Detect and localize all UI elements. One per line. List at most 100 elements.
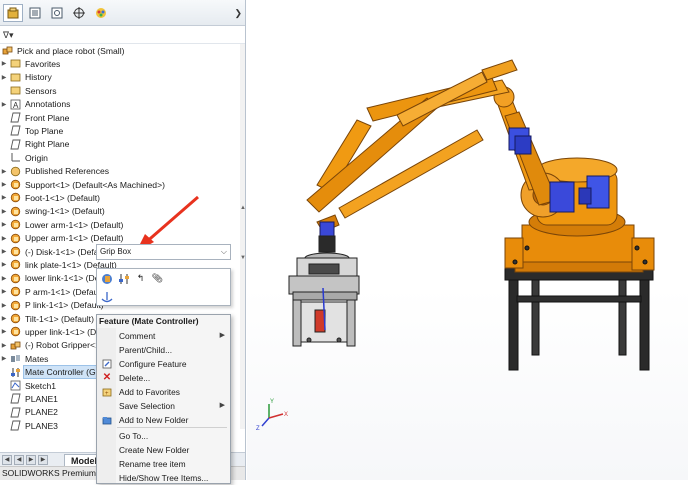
configuration-manager-tab[interactable] (47, 4, 67, 22)
context-menu: Feature (Mate Controller) Comment ▶ Parent… (96, 314, 231, 484)
scroll-down-icon[interactable]: ▼ (240, 254, 245, 262)
panel-tab-bar: ❯ (0, 0, 245, 26)
menu-item[interactable]: Rename tree item (97, 457, 230, 471)
part-icon (10, 286, 21, 297)
tree-item-label: P link-1<1> (Default) (25, 300, 104, 311)
next-tab-icon[interactable]: ▶ (26, 455, 36, 465)
expand-panel-chevron-icon[interactable]: ❯ (234, 8, 242, 19)
expand-arrow-icon[interactable]: ▶ (0, 60, 8, 67)
assembly-icon (2, 45, 13, 56)
tree-item-label: Support<1> (Default<As Machined>) (25, 179, 165, 190)
tree-root[interactable]: Pick and place robot (Small) (0, 44, 245, 57)
menu-item[interactable]: Save Selection ▶ (97, 399, 230, 413)
context-toolbar: ↰ 📎︎ (96, 268, 231, 306)
tree-item-label: Top Plane (25, 125, 64, 136)
menu-item-label: Hide/Show Tree Items... (119, 473, 209, 483)
plane-icon (10, 393, 21, 404)
expand-arrow-icon[interactable]: ▶ (0, 168, 8, 175)
expand-arrow-icon[interactable]: ▶ (0, 235, 8, 242)
expand-arrow-icon[interactable]: ▶ (0, 181, 8, 188)
sketch-icon (10, 380, 21, 391)
tree-item[interactable]: ▶ swing-1<1> (Default) (0, 205, 245, 218)
property-manager-tab[interactable] (25, 4, 45, 22)
mate-controller-button[interactable] (117, 272, 130, 285)
tree-item-label: Foot-1<1> (Default) (25, 192, 100, 203)
expand-arrow-icon[interactable]: ▶ (0, 355, 8, 362)
tree-item[interactable]: ▶ Favorites (0, 57, 245, 70)
svg-text:A: A (13, 101, 19, 110)
tree-item[interactable]: ▶ History (0, 71, 245, 84)
prev-tab-icon[interactable]: ◀ (14, 455, 24, 465)
menu-item-label: Comment (119, 331, 156, 341)
menu-item[interactable]: Configure Feature (97, 357, 230, 371)
chevron-down-icon[interactable]: ⌵ (221, 245, 227, 259)
tree-item-label: Tilt-1<1> (Default) (25, 313, 94, 324)
expand-arrow-icon[interactable]: ▶ (0, 328, 8, 335)
menu-item[interactable]: Go To... (97, 429, 230, 443)
menu-item[interactable]: Parent/Child... (97, 343, 230, 357)
display-manager-tab[interactable] (91, 4, 111, 22)
menu-item[interactable]: ✕ Delete... (97, 371, 230, 385)
tree-scrollbar[interactable]: ▲ ▼ (240, 44, 245, 429)
expand-arrow-icon[interactable]: ▶ (0, 315, 8, 322)
tree-item-label: PLANE1 (25, 393, 58, 404)
display-manager-icon (96, 8, 106, 18)
tree-item-label: swing-1<1> (Default) (25, 206, 105, 217)
menu-item[interactable]: Hide/Show Tree Items... (97, 471, 230, 485)
expand-arrow-icon[interactable]: ▶ (0, 261, 8, 268)
expand-arrow-icon[interactable]: ▶ (0, 74, 8, 81)
tree-item[interactable]: ▶ Upper arm-1<1> (Default) (0, 232, 245, 245)
tree-item-label: Mates (25, 353, 49, 364)
edit-feature-button[interactable] (100, 272, 113, 285)
first-tab-icon[interactable]: ◀ (2, 455, 12, 465)
mate-controller-position-combo[interactable]: Grip Box ⌵ (96, 244, 231, 260)
tree-item[interactable]: ▶ Foot-1<1> (Default) (0, 191, 245, 204)
feature-manager-tab[interactable] (3, 4, 23, 22)
menu-item-label: Parent/Child... (119, 345, 173, 355)
expand-arrow-icon[interactable]: ▶ (0, 208, 8, 215)
expand-arrow-icon[interactable]: ▶ (0, 248, 8, 255)
menu-item[interactable]: Add to New Folder (97, 413, 230, 427)
tree-item[interactable]: Top Plane (0, 124, 245, 137)
tree-item-label: Right Plane (25, 139, 70, 150)
tree-filter[interactable]: ∇▾ (0, 27, 245, 44)
menu-item[interactable]: + Add to Favorites (97, 385, 230, 399)
tree-item[interactable]: ▶ A Annotations (0, 98, 245, 111)
menu-item-label: Delete... (119, 373, 151, 383)
attach-button[interactable]: 📎︎ (151, 272, 164, 285)
tree-item[interactable]: Sensors (0, 84, 245, 97)
tree-item[interactable]: ▶ Published References (0, 165, 245, 178)
svg-text:+: + (105, 391, 109, 397)
combo-value: Grip Box (100, 247, 132, 256)
menu-item[interactable]: Create New Folder (97, 443, 230, 457)
anchor-icon (101, 291, 112, 302)
tree-item-label: Annotations (25, 99, 71, 110)
tree-item[interactable]: Origin (0, 151, 245, 164)
expand-arrow-icon[interactable]: ▶ (0, 342, 8, 349)
undo-arrow-button[interactable]: ↰ (134, 272, 147, 285)
expand-arrow-icon[interactable]: ▶ (0, 288, 8, 295)
part-icon (10, 233, 21, 244)
menu-item[interactable]: Comment ▶ (97, 329, 230, 343)
expand-arrow-icon[interactable]: ▶ (0, 101, 8, 108)
tree-item-label: Origin (25, 152, 48, 163)
expand-arrow-icon[interactable]: ▶ (0, 275, 8, 282)
part-icon (10, 313, 21, 324)
edit-feature-icon (101, 273, 112, 284)
expand-arrow-icon[interactable]: ▶ (0, 302, 8, 309)
expand-arrow-icon[interactable]: ▶ (0, 194, 8, 201)
anchor-button[interactable] (100, 290, 113, 303)
robot-model[interactable]: Y X Z (247, 0, 688, 480)
scroll-up-icon[interactable]: ▲ (240, 204, 245, 212)
filter-icon[interactable]: ∇▾ (3, 30, 14, 41)
tree-item[interactable]: Right Plane (0, 138, 245, 151)
tree-item[interactable]: Front Plane (0, 111, 245, 124)
tree-item[interactable]: ▶ Lower arm-1<1> (Default) (0, 218, 245, 231)
plane-icon (10, 125, 21, 136)
last-tab-icon[interactable]: ▶ (38, 455, 48, 465)
tree-item[interactable]: ▶ Support<1> (Default<As Machined>) (0, 178, 245, 191)
dimxpert-tab[interactable] (69, 4, 89, 22)
expand-arrow-icon[interactable]: ▶ (0, 221, 8, 228)
folder-icon (102, 415, 112, 425)
graphics-area[interactable]: Y X Z (247, 0, 688, 480)
